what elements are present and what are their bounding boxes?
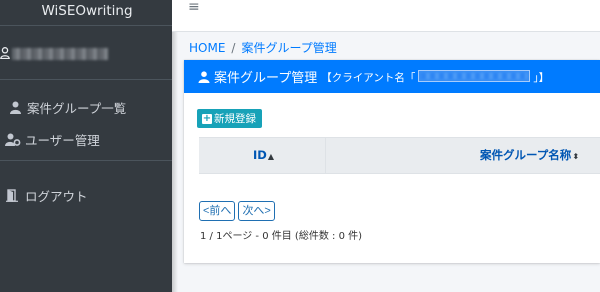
breadcrumb-home-link[interactable]: HOME — [189, 41, 225, 55]
column-divider — [325, 138, 326, 173]
pagination: <前へ 次へ> — [199, 201, 275, 221]
column-header-group-name[interactable]: 案件グループ名称⬍ — [480, 138, 579, 173]
nav-item-label: ログアウト — [25, 188, 88, 204]
new-registration-button[interactable]: + 新規登録 — [197, 109, 262, 128]
client-prefix: 【クライアント名「 — [321, 71, 416, 84]
menu-toggle-icon[interactable]: ≡ — [188, 0, 200, 14]
nav-item-label: 案件グループ一覧 — [27, 100, 127, 116]
user-name-redacted[interactable] — [12, 48, 108, 60]
client-suffix: 」】 — [533, 71, 550, 84]
breadcrumb-current-link[interactable]: 案件グループ管理 — [241, 41, 336, 55]
new-registration-label: 新規登録 — [214, 113, 256, 125]
user-cog-icon — [5, 132, 21, 146]
nav-item-logout[interactable]: ログアウト — [5, 184, 88, 206]
nav-item-user-management[interactable]: ユーザー管理 — [5, 128, 100, 150]
case-group-card: 案件グループ管理 【クライアント名「 」】 + 新規登録 ID▲ 案件グループ名称… — [184, 60, 600, 263]
nav-item-label: ユーザー管理 — [25, 132, 100, 148]
top-navbar: ≡ — [172, 0, 600, 32]
sidebar: WiSEOwriting 案件グループ一覧 ユーザー管理 ログアウト — [0, 0, 172, 292]
nav-item-case-groups[interactable]: 案件グループ一覧 — [7, 96, 126, 118]
plus-square-icon: + — [202, 112, 212, 124]
client-name-label: 【クライアント名「 」】 — [321, 69, 549, 85]
door-open-icon — [5, 188, 21, 202]
sidebar-shadow — [172, 0, 178, 292]
nav-divider — [0, 160, 172, 161]
sort-icon: ⬍ — [572, 152, 580, 161]
breadcrumb-separator: / — [231, 41, 236, 55]
user-panel — [0, 26, 172, 80]
breadcrumb: HOME / 案件グループ管理 — [189, 39, 337, 56]
card-title: 案件グループ管理 — [214, 71, 318, 86]
users-icon — [198, 70, 212, 83]
pagination-info: 1 / 1ページ - 0 件目 (総件数 : 0 件) — [200, 231, 363, 242]
brand-title[interactable]: WiSEOwriting — [0, 0, 172, 26]
sort-asc-icon: ▲ — [267, 152, 274, 161]
users-icon — [7, 100, 23, 114]
column-header-id[interactable]: ID▲ — [253, 138, 274, 173]
prev-page-button[interactable]: <前へ — [199, 201, 236, 221]
table-header: ID▲ 案件グループ名称⬍ — [199, 137, 600, 174]
user-icon — [0, 47, 10, 59]
client-name-redacted — [418, 69, 531, 82]
card-header: 案件グループ管理 【クライアント名「 」】 — [184, 60, 600, 93]
next-page-button[interactable]: 次へ> — [238, 201, 275, 221]
